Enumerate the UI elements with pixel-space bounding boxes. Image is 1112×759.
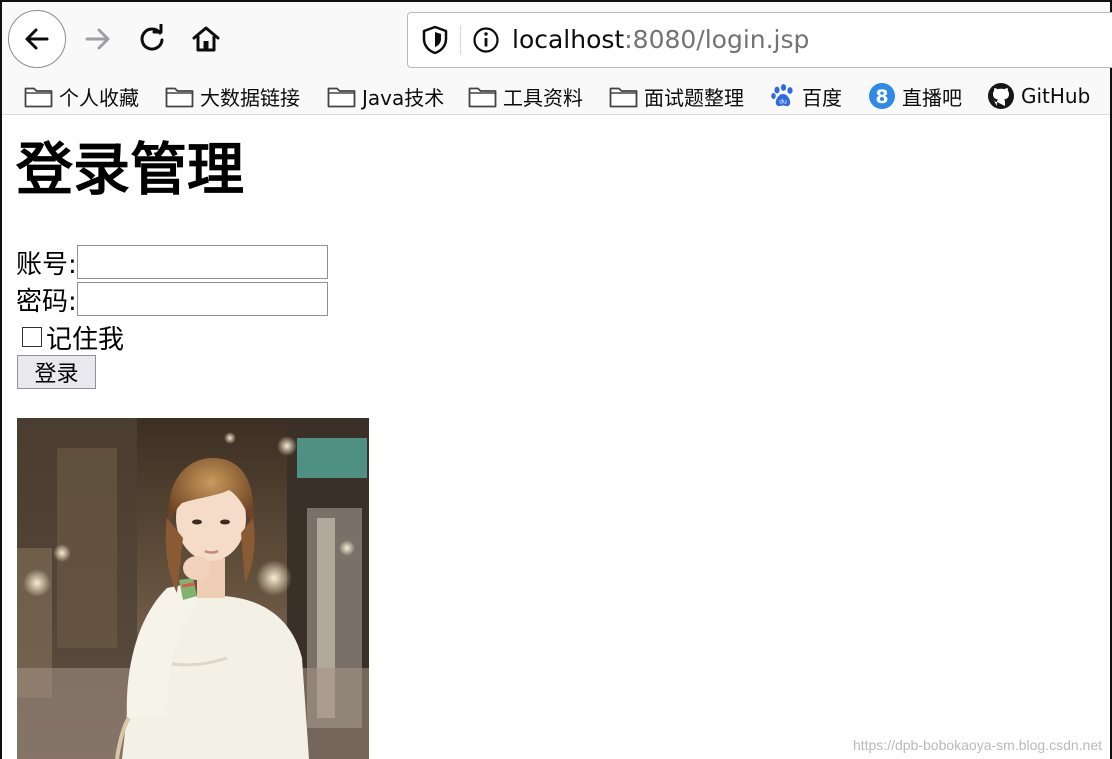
password-row: 密码: — [16, 282, 328, 317]
bookmark-folder-interview[interactable]: 面试题整理 — [609, 78, 744, 114]
bookmark-label: 面试题整理 — [644, 85, 744, 110]
reload-icon — [140, 24, 164, 51]
home-button[interactable] — [184, 16, 228, 62]
tracking-shield-icon[interactable] — [420, 24, 450, 56]
home-icon — [192, 26, 220, 52]
reload-button[interactable] — [130, 16, 174, 62]
url-path: :8080/login.jsp — [624, 25, 810, 54]
address-bar[interactable]: localhost:8080/login.jsp — [407, 12, 1112, 68]
info-icon[interactable] — [471, 25, 501, 55]
login-button[interactable]: 登录 — [17, 355, 96, 389]
bookmark-folder-tools[interactable]: 工具资料 — [468, 78, 583, 114]
password-label: 密码: — [16, 286, 77, 317]
zhibo8-icon: 8 — [869, 83, 895, 109]
svg-text:8: 8 — [875, 86, 888, 108]
url-text[interactable]: localhost:8080/login.jsp — [512, 24, 809, 56]
bookmark-label: 直播吧 — [902, 85, 962, 110]
remember-row: 记住我 — [16, 319, 124, 356]
bookmark-baidu[interactable]: du 百度 — [770, 78, 842, 114]
bookmark-folder-personal[interactable]: 个人收藏 — [24, 78, 139, 114]
arrow-right-icon — [85, 28, 110, 50]
account-input[interactable] — [76, 245, 328, 279]
arrow-left-icon — [25, 28, 49, 50]
account-row: 账号: — [16, 245, 328, 280]
page-content: 登录管理 账号: 密码: 记住我 登录 https://dpb-bobokaoy… — [2, 115, 1110, 759]
bookmark-github[interactable]: GitHub — [987, 78, 1090, 114]
bookmark-folder-java[interactable]: Java技术 — [327, 78, 444, 114]
bookmark-folder-bigdata[interactable]: 大数据链接 — [165, 78, 300, 114]
github-icon — [988, 83, 1014, 109]
remember-label[interactable]: 记住我 — [46, 319, 124, 356]
bookmark-label: GitHub — [1021, 84, 1091, 108]
baidu-paw-icon: du — [771, 84, 793, 107]
svg-text:du: du — [779, 99, 787, 106]
password-input[interactable] — [76, 282, 328, 316]
url-separator — [460, 25, 461, 55]
browser-toolbar: localhost:8080/login.jsp — [2, 2, 1112, 78]
bookmark-label: 百度 — [802, 85, 842, 110]
profile-photo — [17, 418, 369, 759]
account-label: 账号: — [16, 249, 77, 280]
page-title: 登录管理 — [16, 137, 244, 203]
bookmark-label: 个人收藏 — [59, 85, 139, 110]
folder-icon — [327, 87, 356, 108]
bookmarks-toolbar: 个人收藏 大数据链接 Java技术 工具资料 面试题整理 du 百度 8 直播吧 — [2, 78, 1110, 115]
forward-button[interactable] — [76, 16, 120, 62]
folder-icon — [165, 87, 194, 108]
folder-icon — [468, 87, 497, 108]
bookmark-label: 大数据链接 — [200, 85, 300, 110]
remember-checkbox[interactable] — [22, 327, 42, 347]
folder-icon — [24, 87, 53, 108]
back-button[interactable] — [8, 10, 66, 68]
bookmark-label: Java技术 — [362, 85, 445, 110]
url-host: localhost — [512, 25, 625, 54]
folder-icon — [609, 87, 638, 108]
bookmark-label: 工具资料 — [503, 85, 583, 110]
watermark: https://dpb-bobokaoya-sm.blog.csdn.net — [852, 737, 1102, 753]
bookmark-zhibo8[interactable]: 8 直播吧 — [868, 78, 962, 114]
